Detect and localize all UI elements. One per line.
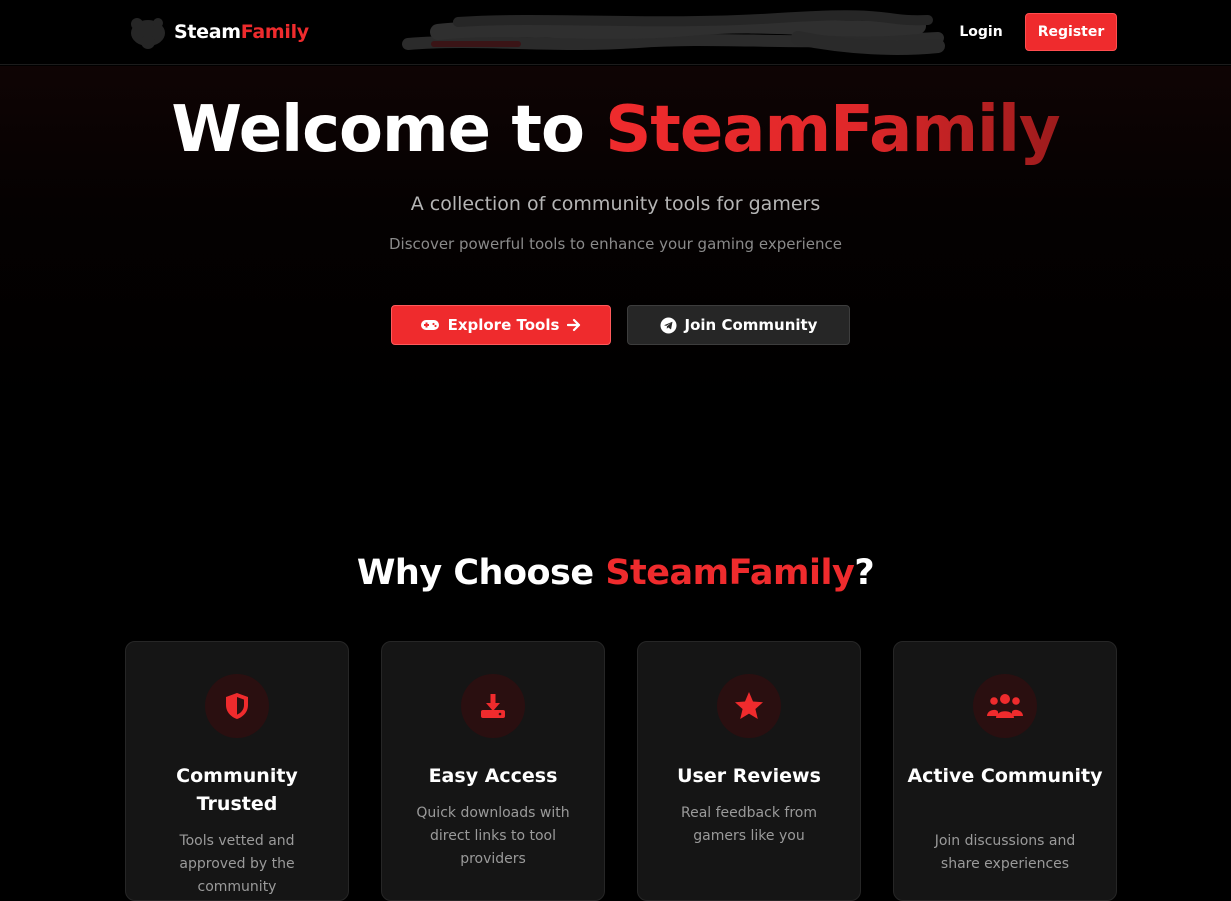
join-community-button[interactable]: Join Community — [627, 305, 850, 345]
shield-icon — [226, 693, 248, 719]
why-heading-prefix: Why Choose — [356, 553, 606, 593]
hero-title-brand: SteamFamily — [605, 93, 1060, 167]
feature-description: Tools vetted and approved by the communi… — [179, 833, 295, 895]
why-choose-heading: Why Choose SteamFamily? — [0, 548, 1231, 598]
login-link[interactable]: Login — [950, 21, 1012, 43]
brand-name: SteamFamily — [174, 21, 309, 43]
top-navbar: SteamFamily Login Register — [0, 0, 1231, 65]
feature-description: Real feedback from gamers like you — [681, 805, 817, 844]
hero-title: Welcome to SteamFamily — [0, 84, 1231, 176]
arrow-right-icon — [567, 318, 582, 332]
feature-title: Community Trusted — [176, 765, 298, 815]
feature-description: Join discussions and share experiences — [934, 833, 1076, 872]
gamepad-icon — [420, 318, 440, 332]
brand-name-steam: Steam — [174, 21, 241, 43]
feature-card-user-reviews: User Reviews Real feedback from gamers l… — [637, 641, 861, 901]
star-icon — [735, 692, 763, 719]
feature-icon-badge — [205, 674, 269, 738]
explore-tools-button[interactable]: Explore Tools — [391, 305, 611, 345]
brand-name-family: Family — [240, 21, 309, 43]
hero-title-welcome: Welcome to — [171, 93, 606, 167]
feature-icon-badge — [717, 674, 781, 738]
telegram-icon — [660, 317, 677, 334]
download-icon — [481, 694, 505, 718]
feature-card-active-community: Active Community Join discussions and sh… — [893, 641, 1117, 901]
feature-description: Quick downloads with direct links to too… — [416, 805, 570, 867]
hero-tagline: Discover powerful tools to enhance your … — [388, 235, 842, 253]
why-heading-brand: SteamFamily — [605, 553, 855, 593]
feature-icon-badge — [461, 674, 525, 738]
hero-subtitle: A collection of community tools for game… — [410, 193, 821, 215]
redacted-scribble — [402, 10, 945, 55]
feature-icon-badge — [973, 674, 1037, 738]
feature-title: Active Community — [907, 765, 1103, 787]
explore-tools-label: Explore Tools — [447, 316, 560, 334]
feature-card-community-trusted: Community Trusted Tools vetted and appro… — [125, 641, 349, 901]
join-community-label: Join Community — [684, 316, 818, 334]
why-heading-suffix: ? — [854, 553, 875, 593]
feature-card-easy-access: Easy Access Quick downloads with direct … — [381, 641, 605, 901]
register-button[interactable]: Register — [1025, 13, 1117, 51]
feature-title: Easy Access — [428, 765, 558, 787]
brand-home-link[interactable]: SteamFamily — [128, 14, 309, 50]
brand-logo-icon — [131, 18, 165, 49]
users-icon — [987, 694, 1023, 718]
feature-title: User Reviews — [677, 765, 821, 787]
